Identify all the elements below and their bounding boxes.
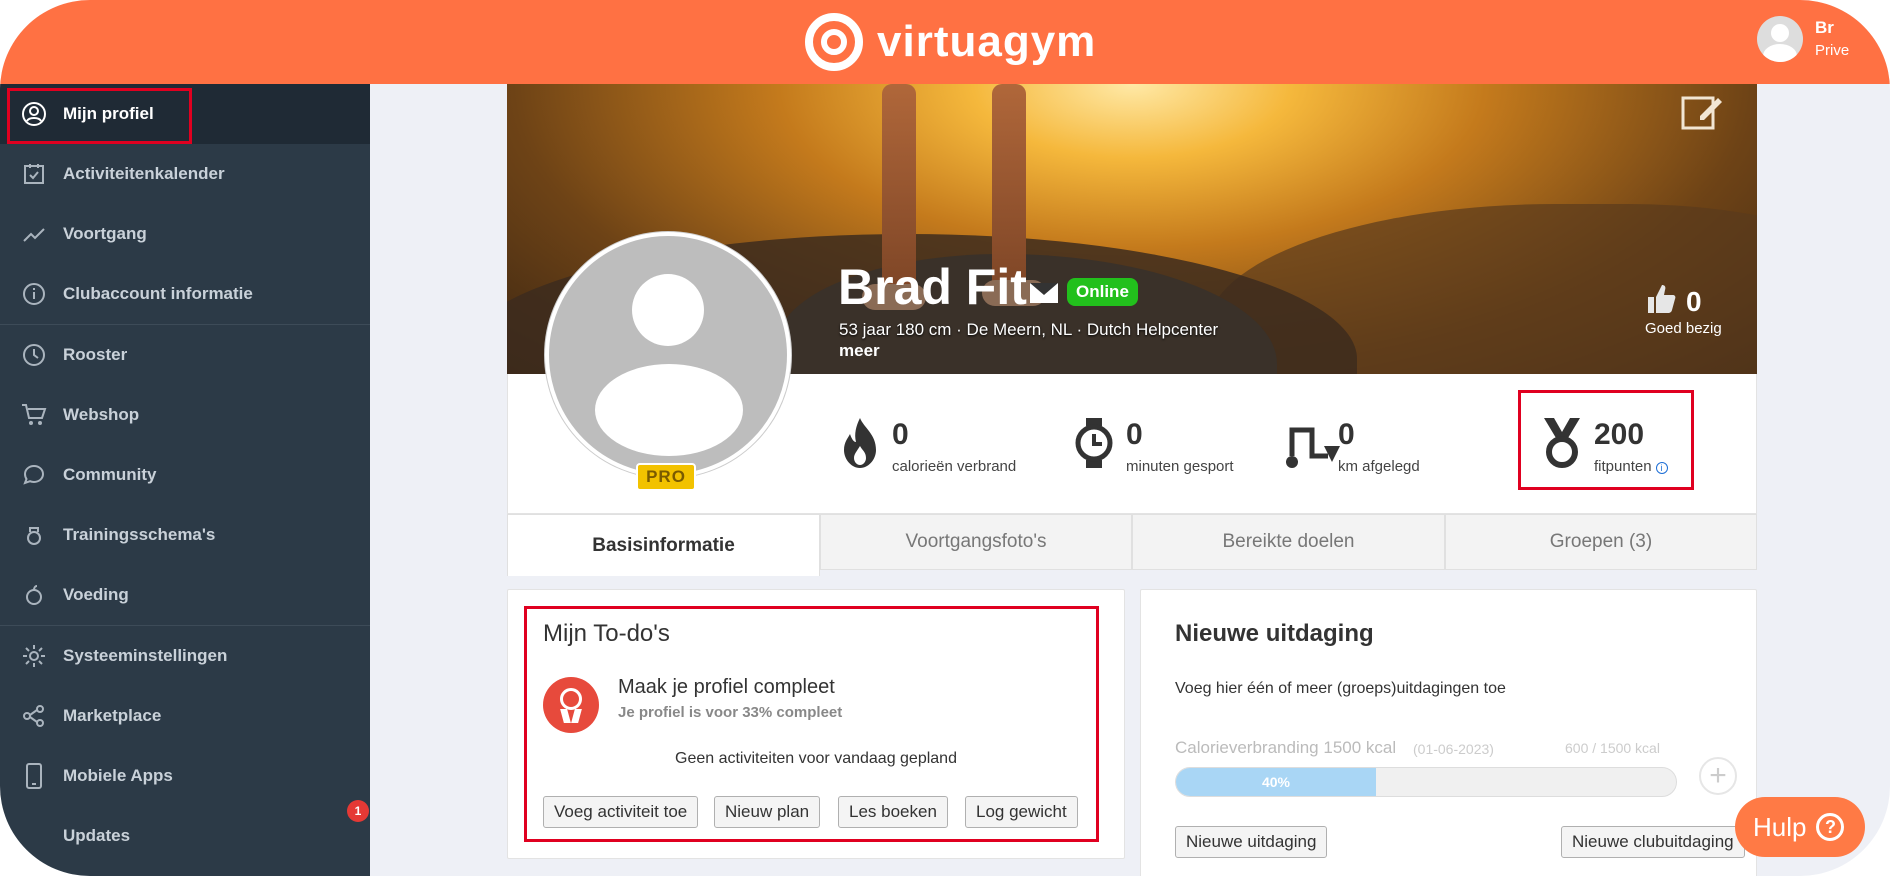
sidebar-item-voortgang[interactable]: Voortgang [0, 204, 370, 264]
sidebar-item-activiteitenkalender[interactable]: Activiteitenkalender [0, 144, 370, 204]
user-avatar[interactable] [1757, 16, 1803, 62]
stat-value: 0 [892, 418, 909, 451]
user-name[interactable]: Br [1815, 18, 1834, 38]
kettlebell-icon [20, 521, 48, 549]
sidebar-item-label: Updates [63, 826, 131, 845]
stat-label: km afgelegd [1338, 458, 1420, 475]
sidebar-item-updates[interactable]: Updates [0, 806, 370, 866]
sidebar-item-systeeminstellingen[interactable]: Systeeminstellingen [0, 626, 370, 686]
sidebar: Mijn profiel Activiteitenkalender Voortg… [0, 84, 370, 876]
challenge-description: Voeg hier één of meer (groeps)uitdaginge… [1175, 680, 1506, 697]
sidebar-item-voeding[interactable]: Voeding [0, 565, 370, 625]
sidebar-item-label: Webshop [63, 405, 140, 424]
profile-more-link[interactable]: meer [839, 341, 880, 361]
route-icon [1286, 427, 1340, 468]
new-club-challenge-button[interactable]: Nieuwe clubuitdaging [1561, 826, 1745, 858]
stopwatch-icon [1075, 418, 1113, 468]
help-button[interactable]: Hulp ? [1735, 797, 1865, 857]
mobile-icon [20, 762, 48, 790]
sidebar-item-rooster[interactable]: Rooster [0, 325, 370, 385]
calendar-check-icon [20, 160, 48, 188]
sidebar-item-label: Trainingsschema's [63, 525, 216, 544]
share-icon [20, 702, 48, 730]
progress-fill: 40% [1176, 768, 1376, 796]
question-mark-icon: ? [1816, 813, 1845, 841]
tab-bereikte-doelen[interactable]: Bereikte doelen [1132, 514, 1445, 570]
logo-text: virtuagym [877, 17, 1097, 66]
stat-value: 0 [1338, 418, 1355, 451]
profile-name: Brad Fit [838, 259, 1027, 315]
challenge-date: (01-06-2023) [1413, 741, 1494, 757]
thumbs-up-icon[interactable] [1646, 283, 1676, 315]
sidebar-item-label: Mobiele Apps [63, 766, 173, 785]
edit-icon[interactable] [1680, 92, 1724, 132]
sidebar-item-marketplace[interactable]: Marketplace [0, 686, 370, 746]
sidebar-item-label: Voeding [63, 585, 129, 604]
sidebar-item-webshop[interactable]: Webshop [0, 385, 370, 445]
flame-icon [844, 418, 876, 468]
sidebar-item-trainingsschemas[interactable]: Trainingsschema's [0, 505, 370, 565]
tab-basisinformatie[interactable]: Basisinformatie [507, 514, 820, 576]
highlight-box-todo [524, 606, 1099, 842]
sidebar-item-mobiele-apps[interactable]: Mobiele Apps [0, 746, 370, 806]
online-status-badge: Online [1067, 278, 1138, 306]
stat-label: minuten gesport [1126, 458, 1234, 475]
challenge-progress-text: 600 / 1500 kcal [1565, 740, 1660, 756]
plus-icon[interactable]: + [1699, 757, 1737, 795]
virtuagym-logo[interactable]: virtuagym [805, 12, 1096, 72]
likes-count: 0 [1686, 286, 1702, 317]
challenge-name[interactable]: Calorieverbranding 1500 kcal [1175, 738, 1396, 758]
new-challenge-button[interactable]: Nieuwe uitdaging [1175, 826, 1328, 858]
apple-icon [20, 581, 48, 609]
challenge-progress-bar: 40% [1175, 767, 1677, 797]
chat-bubble-icon [20, 461, 48, 489]
updates-icon [20, 822, 48, 850]
sidebar-item-label: Clubaccount informatie [63, 284, 253, 303]
help-label: Hulp [1753, 811, 1807, 842]
sidebar-item-label: Voortgang [63, 224, 147, 243]
highlight-box-profile [7, 88, 192, 144]
tab-voortgangsfotos[interactable]: Voortgangsfoto's [820, 514, 1132, 570]
stat-label: calorieën verbrand [892, 458, 1017, 475]
logo-mark-icon [805, 13, 863, 71]
sidebar-item-clubaccount-informatie[interactable]: Clubaccount informatie [0, 264, 370, 324]
likes-label: Goed bezig [1645, 320, 1722, 337]
tab-groepen[interactable]: Groepen (3) [1445, 514, 1757, 570]
sidebar-item-label: Activiteitenkalender [63, 164, 225, 183]
app-window: virtuagym Br Prive Mijn profiel Activite… [0, 0, 1890, 876]
info-icon [20, 280, 48, 308]
mail-icon[interactable] [1030, 283, 1058, 303]
profile-avatar[interactable] [545, 232, 791, 478]
updates-badge: 1 [347, 800, 369, 822]
challenge-title: Nieuwe uitdaging [1175, 620, 1374, 647]
user-subtitle: Prive [1815, 42, 1850, 59]
gear-icon [20, 642, 48, 670]
profile-meta: 53 jaar 180 cm · De Meern, NL · Dutch He… [839, 320, 1219, 339]
cart-icon [20, 401, 48, 429]
sidebar-item-label: Community [63, 465, 157, 484]
highlight-box-fitpoints [1518, 390, 1694, 490]
sidebar-item-label: Marketplace [63, 706, 162, 725]
pro-badge: PRO [636, 463, 696, 491]
top-bar: virtuagym Br Prive [0, 0, 1890, 84]
stat-value: 0 [1126, 418, 1143, 451]
sidebar-item-label: Systeeminstellingen [63, 646, 228, 665]
clock-icon [20, 341, 48, 369]
sidebar-item-community[interactable]: Community [0, 445, 370, 505]
sidebar-item-label: Rooster [63, 345, 128, 364]
trend-line-icon [20, 220, 48, 248]
